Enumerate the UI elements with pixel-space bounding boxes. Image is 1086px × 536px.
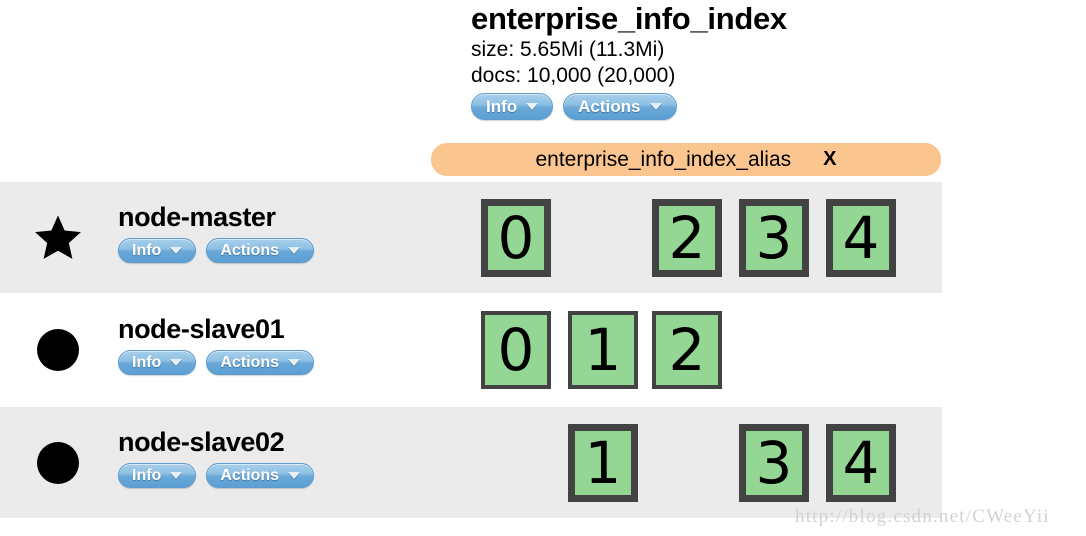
index-actions-button[interactable]: Actions bbox=[563, 93, 677, 120]
node-button-row: Info Actions bbox=[118, 463, 314, 488]
circle-glyph bbox=[37, 328, 79, 371]
chevron-down-icon bbox=[288, 472, 300, 479]
shard-primary[interactable]: 1 bbox=[568, 423, 638, 502]
watermark: http://blog.csdn.net/CWeeYii bbox=[795, 506, 1050, 527]
chevron-down-icon bbox=[649, 103, 662, 110]
shard-cell: 4 bbox=[826, 198, 896, 277]
index-button-row: Info Actions bbox=[471, 93, 941, 120]
node-name: node-slave02 bbox=[118, 427, 285, 457]
chevron-down-icon bbox=[526, 103, 539, 110]
node-info-block: node-slave01 Info Actions bbox=[118, 314, 314, 375]
node-actions-button[interactable]: Actions bbox=[206, 463, 314, 488]
shard-cell: 2 bbox=[652, 310, 722, 389]
circle-icon bbox=[33, 325, 83, 375]
node-info-block: node-slave02 Info Actions bbox=[118, 427, 314, 488]
circle-glyph bbox=[37, 441, 79, 484]
node-actions-button[interactable]: Actions bbox=[206, 350, 314, 375]
node-actions-button-label: Actions bbox=[220, 353, 279, 371]
circle-icon bbox=[33, 438, 83, 488]
node-info-button[interactable]: Info bbox=[118, 350, 197, 375]
index-title: enterprise_info_index bbox=[471, 1, 787, 36]
shard-replica[interactable]: 2 bbox=[652, 310, 722, 389]
index-actions-label: Actions bbox=[578, 96, 641, 116]
node-actions-button-label: Actions bbox=[220, 241, 279, 259]
shard-grid: 012 bbox=[481, 294, 941, 405]
shard-cell: 3 bbox=[739, 198, 809, 277]
index-size-line: size: 5.65Mi (11.3Mi) bbox=[471, 38, 665, 61]
node-info-button-label: Info bbox=[132, 353, 162, 371]
shard-cell: 3 bbox=[739, 423, 809, 502]
shard-primary[interactable]: 3 bbox=[739, 423, 809, 502]
shard-primary[interactable]: 0 bbox=[481, 198, 551, 277]
shard-cell: 2 bbox=[652, 198, 722, 277]
shard-cell: 4 bbox=[826, 423, 896, 502]
cluster-overview: enterprise_info_index size: 5.65Mi (11.3… bbox=[0, 0, 1086, 536]
shard-grid: 0 234 bbox=[481, 182, 941, 293]
chevron-down-icon bbox=[170, 359, 183, 366]
node-info-button[interactable]: Info bbox=[118, 463, 197, 488]
shard-cell: 0 bbox=[481, 310, 551, 389]
shard-cell: 1 bbox=[568, 310, 638, 389]
index-header: enterprise_info_index size: 5.65Mi (11.3… bbox=[471, 0, 941, 120]
shard-primary[interactable]: 3 bbox=[739, 198, 809, 277]
node-row: node-slave02 Info Actions 1 3 4 bbox=[0, 407, 942, 518]
shard-cell: 0 bbox=[481, 198, 551, 277]
index-info-label: Info bbox=[486, 96, 518, 116]
star-icon bbox=[33, 213, 83, 263]
node-info-block: node-master Info Actions bbox=[118, 202, 314, 263]
node-actions-button-label: Actions bbox=[220, 466, 279, 484]
node-row: node-slave01 Info Actions 0 1 2 bbox=[0, 294, 942, 405]
node-info-button-label: Info bbox=[132, 466, 162, 484]
node-name: node-master bbox=[118, 202, 276, 232]
node-info-button-label: Info bbox=[132, 241, 162, 259]
chevron-down-icon bbox=[288, 247, 300, 254]
index-alias-bar[interactable]: enterprise_info_index_alias X bbox=[431, 143, 941, 176]
shard-primary[interactable]: 4 bbox=[826, 423, 896, 502]
close-icon[interactable]: X bbox=[823, 148, 836, 171]
chevron-down-icon bbox=[288, 359, 300, 366]
shard-primary[interactable]: 2 bbox=[652, 198, 722, 277]
chevron-down-icon bbox=[170, 472, 183, 479]
node-info-button[interactable]: Info bbox=[118, 238, 197, 263]
chevron-down-icon bbox=[170, 247, 183, 254]
node-button-row: Info Actions bbox=[118, 238, 314, 263]
shard-cell: 1 bbox=[568, 423, 638, 502]
node-actions-button[interactable]: Actions bbox=[206, 238, 314, 263]
node-name: node-slave01 bbox=[118, 314, 285, 344]
shard-primary[interactable]: 4 bbox=[826, 198, 896, 277]
node-row: node-master Info Actions 0 2 3 4 bbox=[0, 182, 942, 293]
shard-replica[interactable]: 1 bbox=[568, 310, 638, 389]
alias-name: enterprise_info_index_alias bbox=[535, 147, 792, 171]
index-docs-line: docs: 10,000 (20,000) bbox=[471, 64, 676, 87]
shard-replica[interactable]: 0 bbox=[481, 310, 551, 389]
index-info-button[interactable]: Info bbox=[471, 93, 554, 120]
node-button-row: Info Actions bbox=[118, 350, 314, 375]
shard-grid: 1 34 bbox=[481, 407, 941, 518]
